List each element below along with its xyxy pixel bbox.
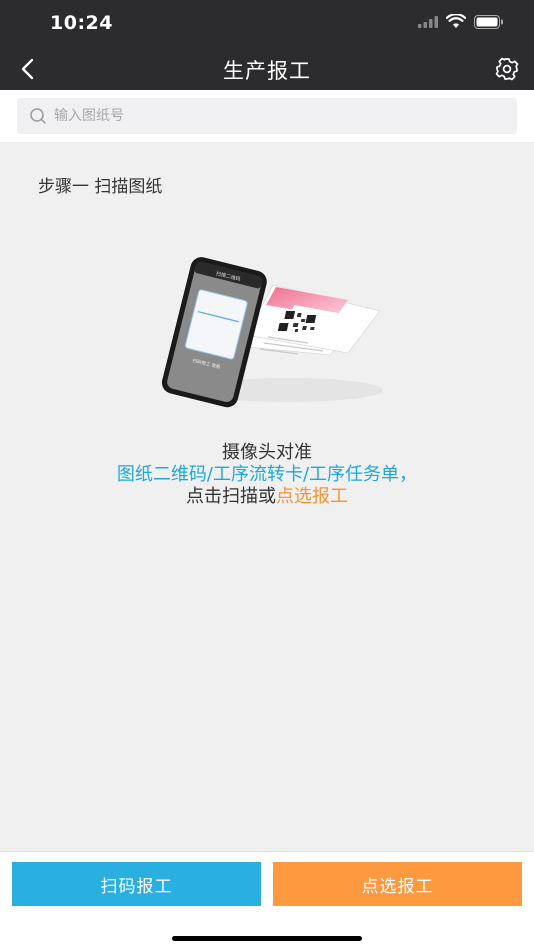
instruction-line-3-prefix: 点击扫描或 xyxy=(186,486,276,507)
step-title: 步骤一 扫描图纸 xyxy=(38,177,163,197)
scan-instructions: 摄像头对准 图纸二维码/工序流转卡/工序任务单， 点击扫描或点选报工 xyxy=(0,442,534,508)
phone-scan-illustration: 扫描二维码 扫码报工 查看 xyxy=(161,257,383,408)
status-time: 10:24 xyxy=(50,12,113,34)
instruction-line-1: 摄像头对准 xyxy=(222,442,312,463)
select-report-button[interactable]: 点选报工 xyxy=(273,862,522,906)
search-bar xyxy=(0,90,534,142)
page-title: 生产报工 xyxy=(223,59,311,83)
select-report-link[interactable]: 点选报工 xyxy=(276,486,348,507)
cellular-signal-icon xyxy=(418,15,438,28)
battery-icon xyxy=(474,14,503,29)
nav-bar: 生产报工 xyxy=(0,48,534,90)
home-indicator xyxy=(172,936,362,941)
search-input[interactable] xyxy=(54,98,494,134)
instruction-line-2: 图纸二维码/工序流转卡/工序任务单， xyxy=(116,464,418,485)
status-icons xyxy=(418,14,504,29)
search-box[interactable] xyxy=(17,98,517,134)
scan-report-button[interactable]: 扫码报工 xyxy=(12,862,261,906)
search-icon xyxy=(30,108,46,124)
status-bar: 10:24 xyxy=(0,0,534,48)
instruction-line-3: 点击扫描或点选报工 xyxy=(0,486,534,508)
wifi-icon xyxy=(446,14,466,28)
gear-icon[interactable] xyxy=(494,56,520,82)
